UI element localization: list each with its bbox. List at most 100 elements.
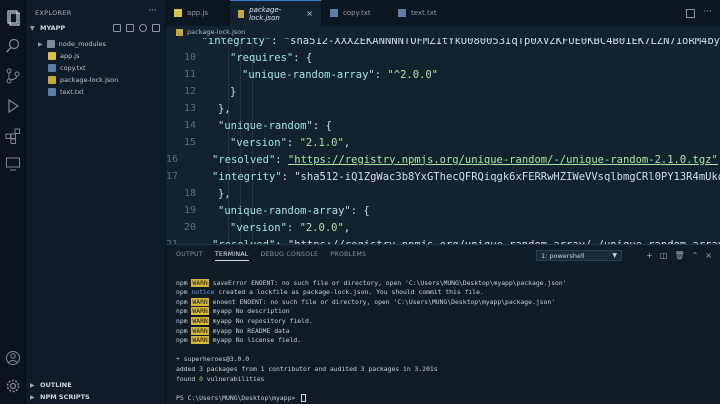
outline-section[interactable]: ▶ OUTLINE	[30, 381, 72, 389]
terminal-select-value: 1: powershell	[541, 251, 585, 260]
terminal-line: npm WARN enoent ENOENT: no such file or …	[176, 297, 556, 306]
code-line[interactable]: 20 "version": "2.0.0",	[166, 219, 720, 236]
code-text: "unique-random-array": {	[218, 204, 370, 217]
code-line[interactable]: "integrity": "sha512-XXXZEKANNNNTOFMZ1tY…	[166, 38, 720, 49]
tab-label: text.txt	[411, 9, 437, 17]
code-line[interactable]: 13},	[166, 100, 720, 117]
split-editor-icon[interactable]	[686, 9, 696, 18]
code-text: "version": "2.1.0",	[230, 136, 351, 149]
search-icon[interactable]	[5, 38, 21, 54]
terminal-line: PS C:\Users\MUNG\Desktop\myapp>	[176, 393, 307, 402]
line-number: 18	[183, 188, 196, 199]
bottom-panel: OUTPUT TERMINAL DEBUG CONSOLE PROBLEMS 1…	[166, 244, 720, 404]
warn-badge: WARN	[191, 336, 209, 345]
new-terminal-icon[interactable]: +	[646, 251, 653, 260]
breadcrumb[interactable]: package-lock.json	[166, 26, 720, 38]
trash-icon[interactable]: 🗑	[674, 251, 684, 260]
tab-problems[interactable]: PROBLEMS	[330, 251, 366, 261]
new-file-icon[interactable]	[113, 24, 121, 32]
tree-item-node-modules[interactable]: ▶ node_modules	[38, 38, 106, 50]
js-file-icon	[48, 52, 56, 60]
json-file-icon	[48, 76, 56, 84]
line-number: 15	[183, 137, 196, 148]
account-icon[interactable]	[5, 350, 21, 366]
line-number: 11	[183, 69, 196, 80]
tab-label: package-lock.json	[249, 5, 282, 22]
warn-badge: WARN	[191, 297, 209, 306]
tree-item-package-lock-json[interactable]: package-lock.json	[48, 74, 118, 86]
code-line[interactable]: 18},	[166, 185, 720, 202]
tab-copy-txt[interactable]: copy.txt	[322, 0, 390, 26]
tree-item-label: node_modules	[58, 40, 106, 48]
warn-badge: WARN	[191, 316, 209, 325]
warn-badge: WARN	[191, 278, 209, 287]
line-number: 13	[183, 103, 196, 114]
line-number: 10	[183, 52, 196, 63]
tree-item-text-txt[interactable]: text.txt	[48, 86, 84, 98]
code-line[interactable]: 11 "unique-random-array": "^2.0.0"	[166, 66, 720, 83]
line-number: 14	[183, 120, 196, 131]
outline-label: OUTLINE	[40, 381, 72, 389]
code-line[interactable]: 19 "unique-random-array": {	[166, 202, 720, 219]
chevron-down-icon: ▼	[30, 24, 35, 32]
collapse-all-icon[interactable]	[152, 24, 160, 32]
code-line[interactable]: 14 "unique-random": {	[166, 117, 720, 134]
text-file-icon	[398, 9, 406, 17]
tab-package-lock-json[interactable]: package-lock.json ×	[230, 0, 322, 26]
chevron-right-icon: ▶	[30, 393, 35, 401]
code-text: "resolved": "https://registry.npmjs.org/…	[212, 153, 720, 166]
more-actions-icon[interactable]: ···	[703, 8, 712, 18]
code-editor[interactable]: "integrity": "sha512-XXXZEKANNNNTOFMZ1tY…	[166, 38, 720, 244]
npm-scripts-section[interactable]: ▶ NPM SCRIPTS	[30, 393, 90, 401]
remote-explorer-icon[interactable]	[5, 156, 21, 172]
tab-output[interactable]: OUTPUT	[176, 251, 203, 261]
extensions-icon[interactable]	[5, 128, 21, 144]
folder-name: MYAPP	[40, 24, 66, 32]
close-icon[interactable]: ×	[705, 251, 712, 260]
close-icon[interactable]: ×	[306, 9, 313, 18]
line-number: 17	[166, 171, 179, 182]
terminal-line: npm WARN myapp No repository field.	[176, 316, 313, 325]
panel-tabs: OUTPUT TERMINAL DEBUG CONSOLE PROBLEMS	[176, 251, 366, 261]
new-folder-icon[interactable]	[126, 24, 134, 32]
settings-gear-icon[interactable]	[5, 378, 21, 394]
code-line[interactable]: 16 "resolved": "https://registry.npmjs.or…	[166, 151, 720, 168]
terminal-cursor	[301, 393, 307, 402]
terminal-select[interactable]: 1: powershell ▼	[536, 250, 622, 261]
folder-header-myapp[interactable]: ▼ MYAPP	[30, 24, 65, 32]
line-number: 12	[183, 86, 196, 97]
text-file-icon	[330, 9, 338, 17]
code-line[interactable]: 17 "integrity": "sha512-iQ1ZgWac3b8YxGThe…	[166, 168, 720, 185]
code-line[interactable]: 15 "version": "2.1.0",	[166, 134, 720, 151]
code-text: "unique-random": {	[218, 119, 332, 132]
explorer-sidebar: EXPLORER ··· ▼ MYAPP ▶ node_modules app.…	[26, 0, 166, 404]
code-line[interactable]: 12}	[166, 83, 720, 100]
warn-badge: WARN	[191, 307, 209, 316]
tab-actions: ···	[686, 8, 712, 18]
explorer-icon[interactable]	[5, 10, 21, 26]
source-control-icon[interactable]	[5, 68, 21, 84]
run-debug-icon[interactable]	[5, 98, 21, 114]
notice-label: notice	[191, 288, 215, 297]
tree-item-app-js[interactable]: app.js	[48, 50, 80, 62]
code-line[interactable]: 21"resolved": "https://registry.npmjs.or…	[166, 236, 720, 245]
tab-terminal[interactable]: TERMINAL	[214, 251, 249, 261]
tab-app-js[interactable]: app.js	[166, 0, 230, 26]
terminal-line: added 3 packages from 1 contributor and …	[176, 364, 438, 373]
npm-scripts-label: NPM SCRIPTS	[40, 393, 90, 401]
refresh-icon[interactable]	[139, 24, 147, 32]
chevron-up-icon[interactable]: ⌃	[692, 251, 699, 260]
tree-item-copy-txt[interactable]: copy.txt	[48, 62, 86, 74]
warn-badge: WARN	[191, 326, 209, 335]
breadcrumb-file[interactable]: package-lock.json	[187, 28, 245, 36]
split-terminal-icon[interactable]: ◫	[660, 251, 668, 260]
tab-label: copy.txt	[343, 9, 371, 17]
activity-bar	[0, 0, 26, 404]
more-actions-icon[interactable]: ···	[148, 6, 157, 16]
code-text: "integrity": "sha512-iQ1ZgWac3b8YxGThecQ…	[212, 170, 720, 183]
tree-item-label: app.js	[60, 52, 80, 60]
tab-debug-console[interactable]: DEBUG CONSOLE	[261, 251, 319, 261]
code-line[interactable]: 10 "requires": {	[166, 49, 720, 66]
terminal-line: npm WARN myapp No license field.	[176, 336, 302, 345]
tab-text-txt[interactable]: text.txt	[390, 0, 454, 26]
